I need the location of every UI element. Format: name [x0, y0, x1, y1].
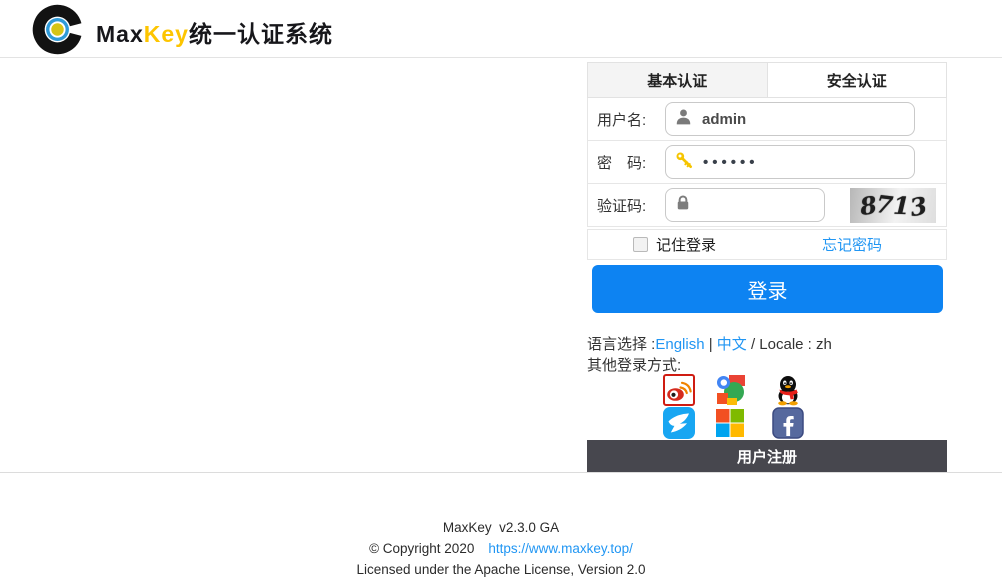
forgot-password-link[interactable]: 忘记密码 — [822, 234, 882, 255]
auth-tabs: 基本认证 安全认证 — [587, 62, 947, 98]
password-row: 密 码: — [587, 141, 947, 184]
username-input[interactable] — [702, 111, 906, 128]
username-label: 用户名: — [597, 109, 665, 130]
microsoft-icon[interactable] — [714, 407, 746, 439]
google-icon[interactable] — [714, 374, 746, 406]
main-content: 基本认证 安全认证 用户名: 密 码: — [0, 59, 1002, 473]
maxkey-logo-icon — [30, 2, 85, 57]
captcha-image[interactable]: 8713 — [850, 188, 936, 223]
footer-copyright-line: © Copyright 2020https://www.maxkey.top/ — [0, 538, 1002, 559]
weibo-icon[interactable] — [663, 374, 695, 406]
header: MaxKey统一认证系统 — [0, 0, 1002, 58]
footer: MaxKey v2.3.0 GA © Copyright 2020https:/… — [0, 474, 1002, 580]
key-icon — [674, 150, 694, 175]
remember-row: 记住登录 忘记密码 — [587, 229, 947, 260]
footer-version: MaxKey v2.3.0 GA — [0, 517, 1002, 538]
language-chinese-link[interactable]: 中文 — [717, 336, 747, 353]
user-icon — [674, 107, 693, 131]
remember-label[interactable]: 记住登录 — [656, 234, 716, 255]
language-selector: 语言选择 :English | 中文 / Locale : zh — [587, 333, 947, 351]
login-button[interactable]: 登录 — [592, 265, 943, 313]
qq-icon[interactable] — [772, 374, 804, 406]
password-label: 密 码: — [597, 152, 665, 173]
remember-checkbox[interactable] — [633, 237, 648, 252]
dingtalk-icon[interactable] — [663, 407, 695, 439]
register-button[interactable]: 用户注册 — [587, 440, 947, 472]
username-field-box — [665, 102, 915, 136]
captcha-field-box — [665, 188, 825, 222]
captcha-input[interactable] — [701, 197, 816, 214]
tab-basic-auth[interactable]: 基本认证 — [588, 63, 768, 97]
language-english-link[interactable]: English — [655, 336, 704, 353]
other-login-label: 其他登录方式: — [587, 354, 947, 372]
page-title: MaxKey统一认证系统 — [96, 15, 333, 49]
captcha-row: 验证码: 8713 — [587, 184, 947, 227]
password-field-box — [665, 145, 915, 179]
social-login-row-2 — [587, 407, 947, 439]
facebook-icon[interactable] — [772, 407, 804, 439]
footer-license: Licensed under the Apache License, Versi… — [0, 559, 1002, 580]
tab-secure-auth[interactable]: 安全认证 — [768, 63, 947, 97]
username-row: 用户名: — [587, 98, 947, 141]
password-input[interactable] — [703, 154, 906, 171]
social-login-row-1 — [587, 374, 947, 406]
maxkey-site-link[interactable]: https://www.maxkey.top/ — [488, 541, 633, 556]
captcha-label: 验证码: — [597, 195, 665, 216]
lock-icon — [674, 194, 692, 217]
login-panel: 基本认证 安全认证 用户名: 密 码: — [587, 62, 947, 472]
